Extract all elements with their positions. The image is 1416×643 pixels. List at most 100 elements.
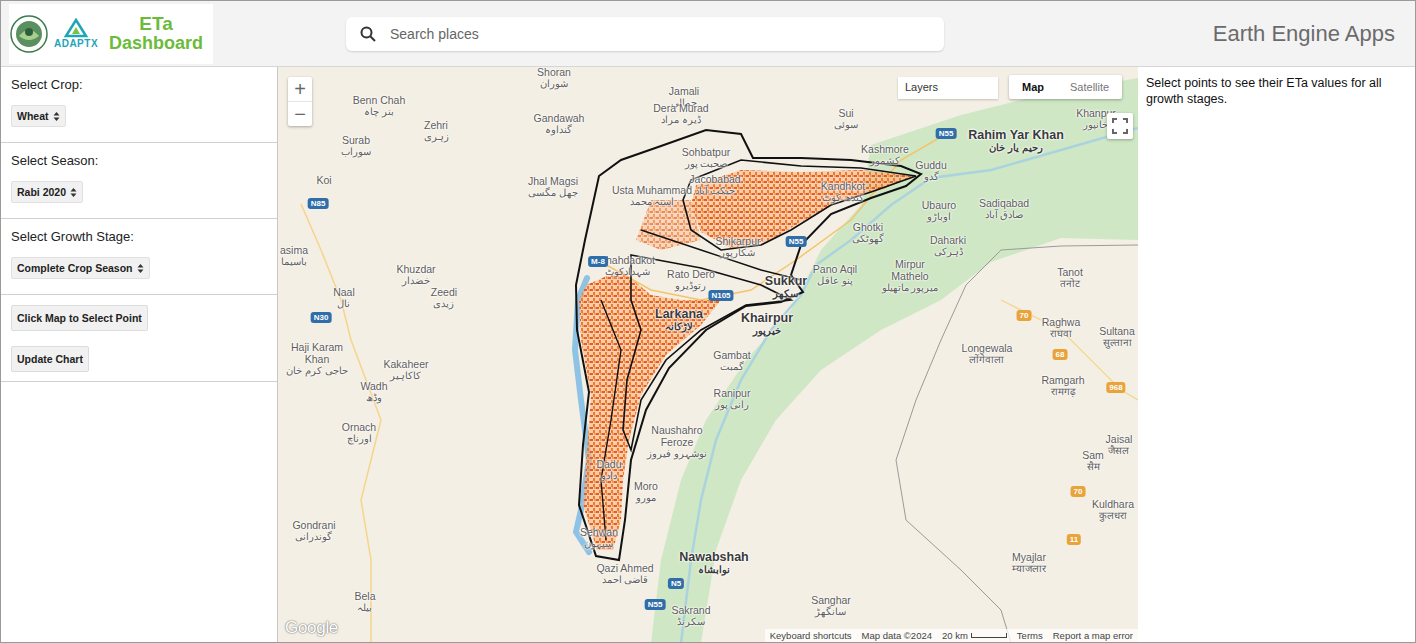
- dropdown[interactable]: Rabi 2020: [11, 181, 83, 203]
- place-name: Qazi Ahmed: [596, 562, 653, 574]
- place-label: Wadhوڈھ: [360, 380, 387, 404]
- road-shield: N55: [936, 128, 957, 139]
- scale: 20 km: [942, 630, 1007, 641]
- layers-dropdown[interactable]: Layers: [898, 77, 998, 99]
- fullscreen-icon: [1112, 118, 1128, 134]
- place-native-name: جیکب آباد: [689, 185, 740, 197]
- place-native-name: گنداوہ: [534, 124, 585, 136]
- place-name: Koi: [316, 174, 331, 186]
- place-name: Dera Murad: [653, 102, 708, 114]
- google-logo: Google: [285, 618, 338, 638]
- place-native-name: نوابشاہ: [679, 564, 748, 576]
- place-name: Tanot: [1057, 266, 1083, 278]
- place-name: Raghwa: [1042, 316, 1081, 328]
- place-label: Moroمورو: [634, 480, 658, 504]
- place-native-name: صادق آباد: [979, 209, 1029, 221]
- action-button[interactable]: Click Map to Select Point: [11, 305, 148, 331]
- place-native-name: سکھر: [765, 288, 807, 300]
- place-label: Sakrandسکرنڈ: [671, 604, 710, 628]
- place-label: Samसैम: [1082, 449, 1104, 473]
- place-label: Rato Deroرتوڈیرو: [667, 268, 715, 292]
- place-label: Sultanaसुल्ताना: [1099, 325, 1135, 349]
- map-footer: Keyboard shortcuts Map data ©2024 20 km Ter…: [765, 629, 1138, 642]
- zoom-out-button[interactable]: −: [288, 101, 312, 126]
- title-line: ETa: [139, 14, 172, 34]
- chart-panel: Select points to see their ETa values fo…: [1138, 67, 1415, 642]
- place-name: Nawabshah: [679, 550, 748, 564]
- place-name: Dadu: [596, 458, 621, 470]
- place-label: Kuldharaकुलधरा: [1092, 498, 1134, 522]
- terms-link[interactable]: Terms: [1017, 630, 1043, 641]
- place-name: Ranipur: [714, 387, 751, 399]
- dropdown[interactable]: Complete Crop Season: [11, 257, 150, 279]
- map[interactable]: ShoranشورانJamaliجمالیDera Muradڈیرہ مرا…: [278, 67, 1138, 642]
- place-native-name: شکارپور: [716, 247, 761, 259]
- place-name: Myajlar: [1012, 551, 1046, 563]
- place-native-name: سانگھڑ: [811, 606, 851, 618]
- action-button[interactable]: Update Chart: [11, 346, 89, 372]
- place-native-name: जैसल: [1106, 445, 1133, 457]
- place-native-name: ڈہرکی: [930, 246, 966, 258]
- place-name: Pano Aqil: [813, 263, 857, 275]
- control-label: Select Growth Stage:: [11, 229, 267, 244]
- place-native-name: کاکاہیر: [384, 370, 429, 382]
- place-name: Ornach: [342, 421, 376, 433]
- place-name: Sakrand: [671, 604, 710, 616]
- road-shield: N105: [708, 290, 733, 301]
- map-data: Map data ©2024: [862, 630, 932, 641]
- map-type-toggle: MapSatellite: [1009, 75, 1122, 99]
- updown-arrow-icon: [53, 111, 60, 122]
- dropdown-value: Rabi 2020: [17, 186, 66, 198]
- map-type-button[interactable]: Satellite: [1057, 75, 1122, 99]
- search-box[interactable]: [346, 17, 944, 51]
- place-label: Usta Muhammadاستہ محمد: [612, 184, 692, 208]
- place-label: Surabسوراب: [341, 134, 371, 158]
- logo: ADAPTX ETaDashboard: [9, 4, 213, 64]
- place-label: Sukkurسکھر: [765, 274, 807, 300]
- place-native-name: रामगढ़: [1041, 386, 1084, 398]
- place-label: Khairpurخیرپور: [741, 311, 793, 337]
- place-native-name: राघवा: [1042, 328, 1081, 340]
- place-native-name: म्याजलार: [1012, 563, 1046, 575]
- place-name: Zeedi: [431, 286, 457, 298]
- place-label: Qazi Ahmedقاضی احمد: [596, 562, 653, 586]
- adaptx-logo: ADAPTX: [53, 18, 99, 49]
- place-label: Longewalaलोंगेवाला: [962, 342, 1013, 366]
- place-native-name: باسیما: [280, 256, 308, 268]
- place-native-name: شوران: [537, 78, 571, 90]
- updown-arrow-icon: [70, 187, 77, 198]
- map-type-button[interactable]: Map: [1009, 75, 1057, 99]
- place-label: Zehriزہری: [424, 119, 449, 143]
- dropdown[interactable]: Wheat: [11, 105, 66, 127]
- place-label: Myajlarम्याजलार: [1012, 551, 1046, 575]
- place-label: Kandhkotکندھ کوٹ: [821, 180, 865, 204]
- place-name: Naushahro Feroze: [651, 424, 702, 448]
- zoom-in-button[interactable]: +: [288, 77, 312, 101]
- place-name: Longewala: [962, 342, 1013, 354]
- place-name: Ramgarh: [1041, 374, 1084, 386]
- place-name: Sohbatpur: [682, 146, 730, 158]
- place-native-name: خضدار: [396, 275, 435, 287]
- place-name: Naal: [333, 286, 355, 298]
- place-label: Pano Aqilپنو عاقل: [813, 263, 857, 287]
- place-name: Benn Chah: [353, 94, 406, 106]
- app-title: ETaDashboard: [109, 14, 203, 53]
- place-name: Shikarpur: [716, 235, 761, 247]
- fullscreen-button[interactable]: [1107, 113, 1133, 139]
- place-native-name: लोंगेवाला: [962, 354, 1013, 366]
- control-panel: Select Crop:WheatSelect Season:Rabi 2020…: [1, 67, 278, 642]
- place-label: Shoranشوران: [537, 67, 571, 90]
- place-native-name: सैम: [1082, 461, 1104, 473]
- place-name: Kandhkot: [821, 180, 865, 192]
- dropdown-value: Complete Crop Season: [17, 262, 133, 274]
- place-label: Mirpur Matheloمیرپور ماتھیلو: [877, 258, 943, 294]
- road-shield: N5: [668, 578, 684, 589]
- shortcuts-link[interactable]: Keyboard shortcuts: [770, 630, 852, 641]
- report-link[interactable]: Report a map error: [1053, 630, 1133, 641]
- road-shield: 968: [1106, 382, 1125, 393]
- place-name: Ghotki: [853, 221, 883, 233]
- place-native-name: مورو: [634, 492, 658, 504]
- place-label: Ranipurرانی پور: [714, 387, 751, 411]
- search-input[interactable]: [388, 25, 930, 43]
- place-native-name: جھل مگسی: [528, 187, 578, 199]
